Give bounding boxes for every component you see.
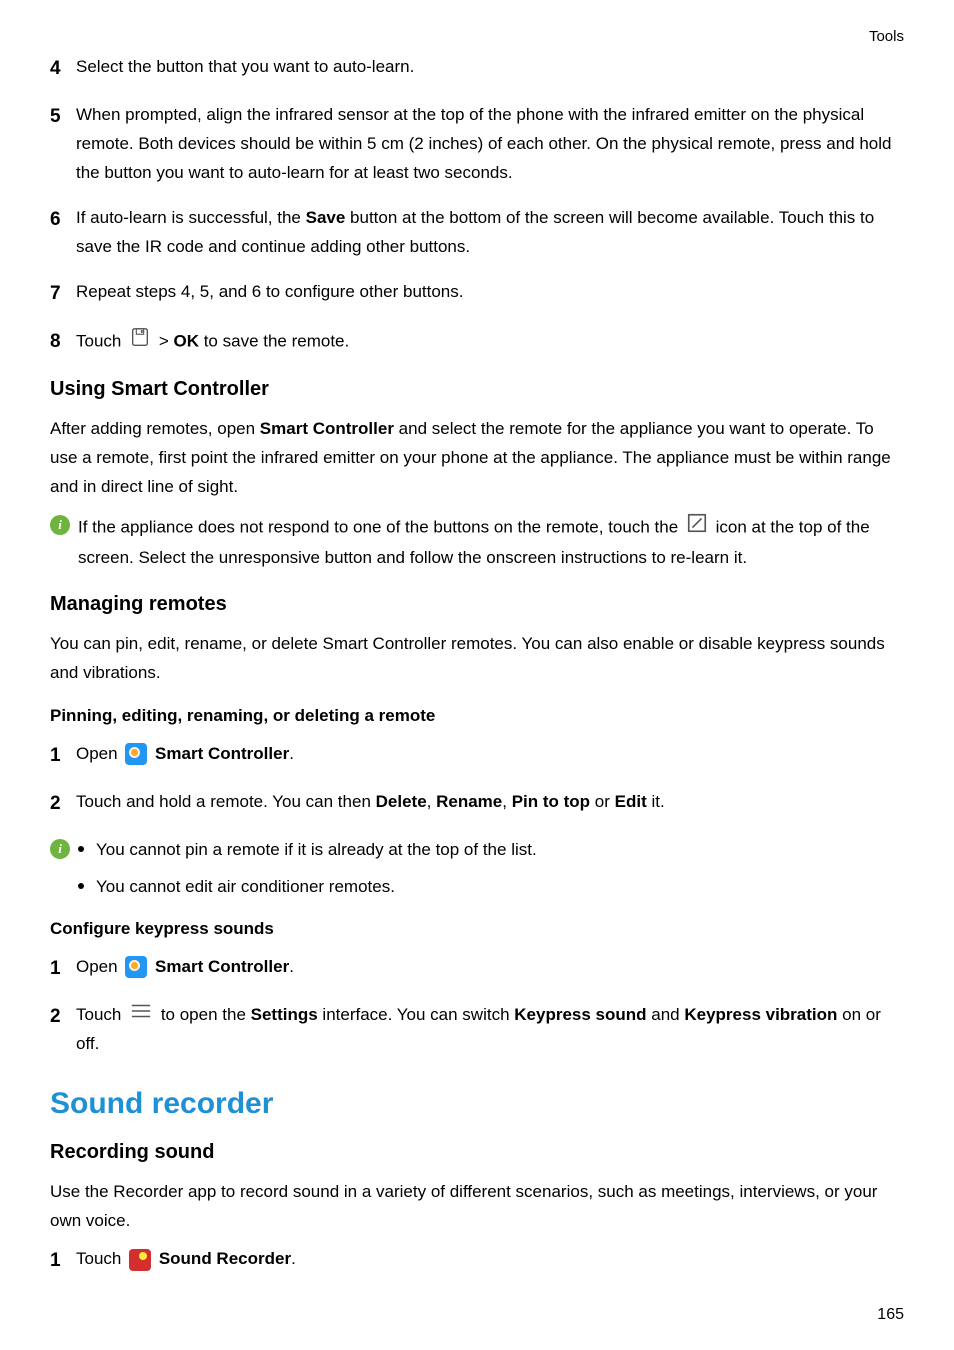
step-5: 5 When prompted, align the infrared sens… xyxy=(50,101,904,188)
page-number: 165 xyxy=(877,1306,904,1324)
text-bold: Settings xyxy=(251,1005,318,1024)
info-note: i You cannot pin a remote if it is alrea… xyxy=(50,836,904,900)
edit-square-icon xyxy=(686,512,708,544)
text-bold: Sound Recorder xyxy=(159,1249,291,1268)
smart-controller-app-icon xyxy=(125,956,147,978)
step-text: If auto-learn is successful, the Save bu… xyxy=(76,204,904,262)
text-mid: to open the xyxy=(161,1005,251,1024)
heading-managing-remotes: Managing remotes xyxy=(50,593,904,616)
header-label: Tools xyxy=(50,28,904,45)
sound-recorder-app-icon xyxy=(129,1249,151,1271)
text-pre: If auto-learn is successful, the xyxy=(76,208,306,227)
text-m: or xyxy=(590,792,615,811)
step-number: 4 xyxy=(50,53,76,85)
text-post: to save the remote. xyxy=(199,331,349,350)
text-pre: Touch xyxy=(76,331,126,350)
info-note: i If the appliance does not respond to o… xyxy=(50,512,904,573)
step-text: Repeat steps 4, 5, and 6 to configure ot… xyxy=(76,278,904,310)
pinning-step-2: 2 Touch and hold a remote. You can then … xyxy=(50,788,904,820)
managing-paragraph: You can pin, edit, rename, or delete Sma… xyxy=(50,630,904,688)
text-pre: Open xyxy=(76,744,122,763)
info-text: If the appliance does not respond to one… xyxy=(78,512,904,573)
text-bold: Pin to top xyxy=(512,792,590,811)
bullet-dot-icon xyxy=(78,846,84,852)
text-bold: Delete xyxy=(376,792,427,811)
step-number: 6 xyxy=(50,204,76,262)
cfg-step-2: 2 Touch to open the Settings interface. … xyxy=(50,1001,904,1059)
text-bold: Smart Controller xyxy=(155,744,289,763)
step-text: Touch and hold a remote. You can then De… xyxy=(76,788,904,820)
step-text: Open Smart Controller. xyxy=(76,740,904,772)
text-m: , xyxy=(502,792,511,811)
step-text: Select the button that you want to auto-… xyxy=(76,53,904,85)
step-number: 8 xyxy=(50,326,76,358)
text-pre: Touch xyxy=(76,1249,126,1268)
step-7: 7 Repeat steps 4, 5, and 6 to configure … xyxy=(50,278,904,310)
step-text: Touch > OK to save the remote. xyxy=(76,326,904,358)
heading-pinning: Pinning, editing, renaming, or deleting … xyxy=(50,706,904,726)
text-bold: Rename xyxy=(436,792,502,811)
step-number: 5 xyxy=(50,101,76,188)
text-m: , xyxy=(427,792,436,811)
note-bullet-2: You cannot edit air conditioner remotes. xyxy=(78,873,904,900)
text-post: . xyxy=(289,744,294,763)
step-text: Touch to open the Settings interface. Yo… xyxy=(76,1001,904,1059)
using-paragraph: After adding remotes, open Smart Control… xyxy=(50,415,904,502)
step-4: 4 Select the button that you want to aut… xyxy=(50,53,904,85)
smart-controller-app-icon xyxy=(125,743,147,765)
heading-sound-recorder: Sound recorder xyxy=(50,1087,904,1121)
menu-hamburger-icon xyxy=(130,1001,152,1030)
step-text: Touch Sound Recorder. xyxy=(76,1245,904,1277)
info-icon: i xyxy=(50,839,70,859)
heading-configure-keypress: Configure keypress sounds xyxy=(50,919,904,939)
text-mid: > xyxy=(159,331,174,350)
save-disk-icon xyxy=(129,326,151,358)
recorder-step-1: 1 Touch Sound Recorder. xyxy=(50,1245,904,1277)
pinning-step-1: 1 Open Smart Controller. xyxy=(50,740,904,772)
step-number: 2 xyxy=(50,1001,76,1059)
text-mid: interface. You can switch xyxy=(318,1005,515,1024)
step-number: 2 xyxy=(50,788,76,820)
step-text: Open Smart Controller. xyxy=(76,953,904,985)
step-6: 6 If auto-learn is successful, the Save … xyxy=(50,204,904,262)
text-bold: Smart Controller xyxy=(155,957,289,976)
text-bold: Save xyxy=(306,208,346,227)
step-number: 1 xyxy=(50,953,76,985)
text-bold: Keypress vibration xyxy=(684,1005,837,1024)
cfg-step-1: 1 Open Smart Controller. xyxy=(50,953,904,985)
text-bold: OK xyxy=(173,331,199,350)
text-post: . xyxy=(291,1249,296,1268)
text-bold: Smart Controller xyxy=(260,419,394,438)
text-post: . xyxy=(289,957,294,976)
text-pre: Touch and hold a remote. You can then xyxy=(76,792,376,811)
heading-recording-sound: Recording sound xyxy=(50,1141,904,1164)
step-text: When prompted, align the infrared sensor… xyxy=(76,101,904,188)
note-bullet-1: You cannot pin a remote if it is already… xyxy=(78,836,904,863)
step-number: 1 xyxy=(50,740,76,772)
text-pre: Open xyxy=(76,957,122,976)
text-post: it. xyxy=(647,792,665,811)
text-pre: After adding remotes, open xyxy=(50,419,260,438)
info-icon: i xyxy=(50,515,70,535)
recorder-paragraph: Use the Recorder app to record sound in … xyxy=(50,1178,904,1236)
step-number: 1 xyxy=(50,1245,76,1277)
bullet-text: You cannot edit air conditioner remotes. xyxy=(96,873,395,900)
bullet-dot-icon xyxy=(78,883,84,889)
step-8: 8 Touch > OK to save the remote. xyxy=(50,326,904,358)
text-mid: and xyxy=(647,1005,685,1024)
text-pre: If the appliance does not respond to one… xyxy=(78,517,683,536)
text-bold: Edit xyxy=(615,792,647,811)
bullet-text: You cannot pin a remote if it is already… xyxy=(96,836,537,863)
heading-using-smart-controller: Using Smart Controller xyxy=(50,378,904,401)
text-bold: Keypress sound xyxy=(514,1005,646,1024)
step-number: 7 xyxy=(50,278,76,310)
text-pre: Touch xyxy=(76,1005,126,1024)
